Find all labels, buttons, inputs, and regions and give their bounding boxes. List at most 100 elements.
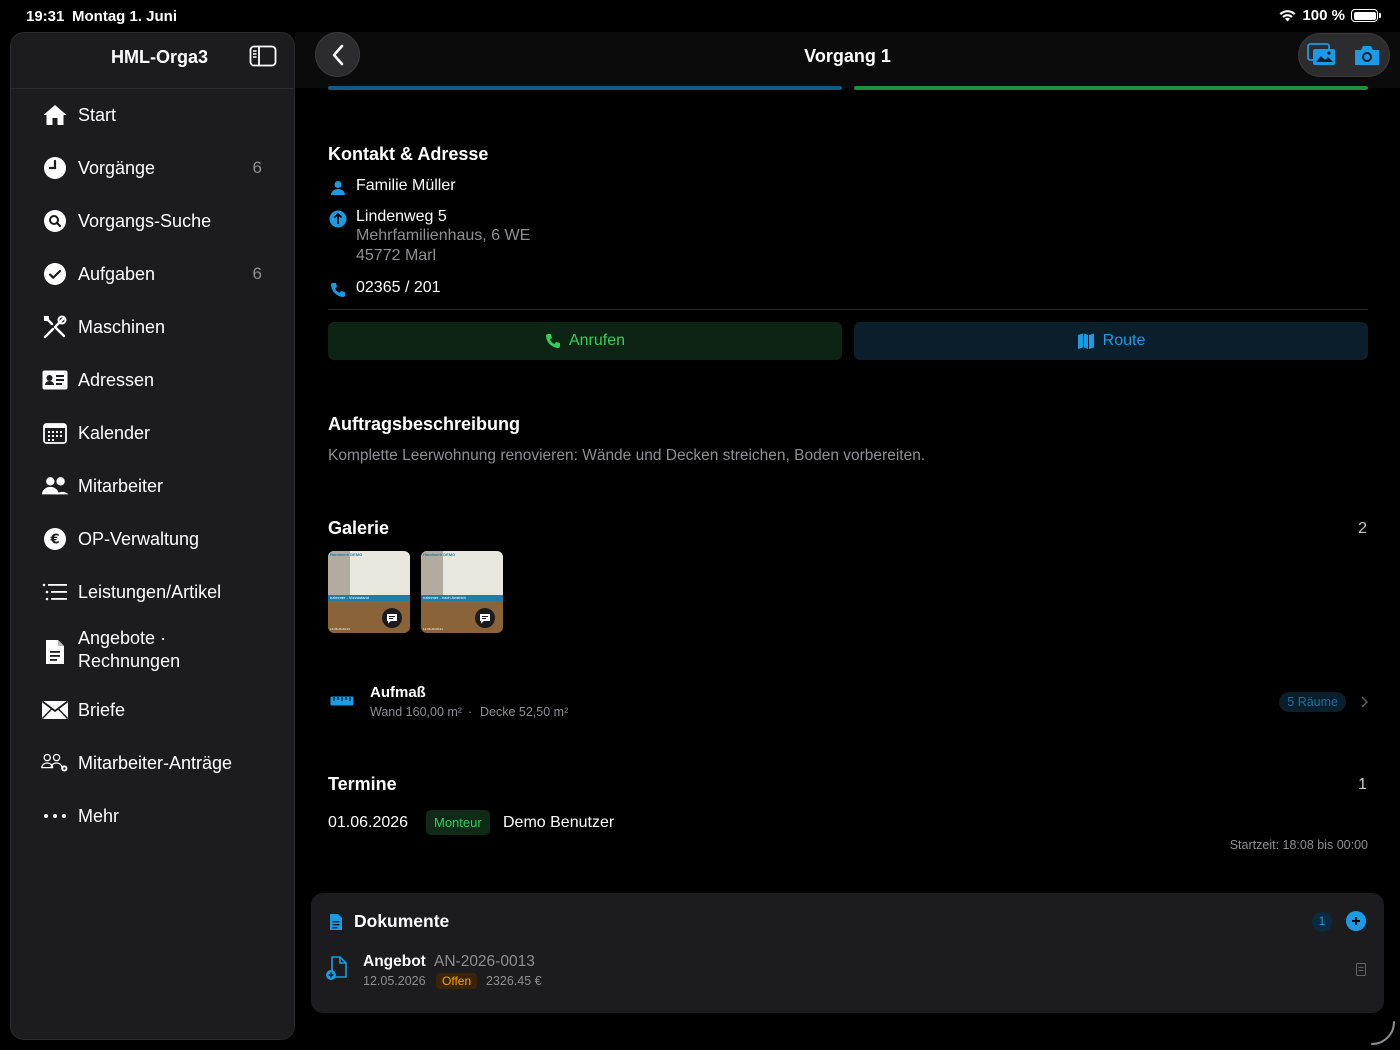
battery-icon bbox=[1351, 9, 1381, 22]
sidebar-item-label: Start bbox=[78, 105, 117, 125]
wifi-icon bbox=[1279, 10, 1296, 22]
address-street: Lindenweg 5 bbox=[356, 208, 447, 225]
page-title: Vorgang 1 bbox=[804, 46, 891, 66]
aufmass-ceiling: Decke 52,50 m² bbox=[480, 705, 569, 719]
sidebar-item-mitarbeiter[interactable]: Mitarbeiter bbox=[11, 464, 294, 508]
sidebar-item-label-line2: Rechnungen bbox=[78, 651, 181, 671]
call-button[interactable]: Anrufen bbox=[328, 322, 842, 360]
document-row[interactable]: Angebot AN-2026-0013 12.05.2026 Offen 23… bbox=[325, 950, 1370, 996]
termin-row[interactable]: 01.06.2026 Monteur Demo Benutzer Startze… bbox=[328, 808, 1368, 856]
status-date: Montag 1. Juni bbox=[72, 8, 177, 25]
sidebar-item-mitarbeiter-antraege[interactable]: Mitarbeiter-Anträge bbox=[11, 741, 294, 785]
comment-icon bbox=[475, 608, 495, 628]
sidebar-item-label: Leistungen/Artikel bbox=[78, 582, 222, 602]
gallery-image[interactable]: Handwerk DEMO nzimmer - Vorzustand 12.06… bbox=[328, 551, 410, 633]
sidebar-item-op-verwaltung[interactable]: € OP-Verwaltung bbox=[11, 517, 294, 561]
route-button[interactable]: Route bbox=[854, 322, 1368, 360]
sidebar-item-label: Briefe bbox=[78, 700, 126, 720]
sidebar-item-kalender[interactable]: Kalender bbox=[11, 411, 294, 455]
gallery-section-title: Galerie bbox=[328, 518, 390, 538]
address-row[interactable]: Lindenweg 5 Mehrfamilienhaus, 6 WE 45772… bbox=[328, 208, 530, 266]
comment-icon bbox=[382, 608, 402, 628]
sidebar-item-vorgangs-suche[interactable]: Vorgangs-Suche bbox=[11, 199, 294, 243]
document-add-icon bbox=[325, 956, 349, 987]
aufmass-wall: Wand 160,00 m² bbox=[370, 705, 462, 719]
documents-count-badge: 1 bbox=[1312, 912, 1332, 932]
document-number: AN-2026-0013 bbox=[434, 953, 535, 970]
gallery-count: 2 bbox=[1358, 520, 1367, 537]
sidebar-item-briefe[interactable]: Briefe bbox=[11, 688, 294, 732]
plus-icon bbox=[1352, 917, 1360, 925]
sidebar-item-label: Mehr bbox=[78, 806, 120, 826]
app-title: HML-Orga3 bbox=[111, 47, 209, 67]
svg-text:€: € bbox=[49, 533, 59, 548]
documents-card: Dokumente 1 Angebot AN-2026-0013 12.05.2… bbox=[311, 893, 1384, 1013]
contact-name: Familie Müller bbox=[356, 177, 456, 194]
sidebar-item-adressen[interactable]: Adressen bbox=[11, 358, 294, 402]
people-gear-icon bbox=[41, 749, 69, 777]
content: Kontakt & Adresse Familie Müller Lindenw… bbox=[295, 86, 1400, 1050]
ruler-icon bbox=[330, 693, 354, 711]
sidebar-item-label: Angebote · bbox=[78, 628, 167, 648]
status-bar: 19:31 Montag 1. Juni 100 % bbox=[0, 0, 1400, 32]
location-arrow-icon bbox=[328, 209, 348, 229]
sidebar-item-count: 6 bbox=[252, 158, 262, 177]
sidebar-item-maschinen[interactable]: Maschinen bbox=[11, 305, 294, 349]
checkmark-icon bbox=[41, 260, 69, 288]
sidebar-item-mehr[interactable]: Mehr bbox=[11, 794, 294, 838]
sidebar-item-leistungen[interactable]: Leistungen/Artikel bbox=[11, 570, 294, 614]
sidebar-item-label: OP-Verwaltung bbox=[78, 529, 200, 549]
divider bbox=[328, 309, 1368, 310]
camera-button[interactable] bbox=[1349, 37, 1385, 73]
phone-row[interactable]: 02365 / 201 bbox=[328, 279, 441, 300]
contact-name-row: Familie Müller bbox=[328, 177, 456, 198]
aufmass-separator: · bbox=[468, 705, 473, 719]
person-icon bbox=[328, 178, 348, 198]
image-caption-top: Handwerk DEMO bbox=[330, 552, 363, 557]
contact-section-title: Kontakt & Adresse bbox=[328, 144, 489, 164]
phone-icon bbox=[545, 334, 560, 348]
aufmass-row[interactable]: Aufmaß Wand 160,00 m² · Decke 52,50 m² 5… bbox=[328, 678, 1368, 722]
main-nav-bar: Vorgang 1 bbox=[295, 32, 1400, 88]
sidebar-item-label: Mitarbeiter bbox=[78, 476, 164, 496]
termine-count: 1 bbox=[1358, 776, 1367, 793]
envelope-icon bbox=[41, 696, 69, 724]
address-city: 45772 Marl bbox=[356, 247, 437, 264]
status-time: 19:31 bbox=[26, 8, 65, 25]
sidebar-item-start[interactable]: Start bbox=[11, 93, 294, 137]
map-icon bbox=[1077, 333, 1094, 349]
document-amount: 2326.45 € bbox=[486, 974, 542, 988]
sidebar-item-angebote-rechnungen[interactable]: Angebote · Rechnungen bbox=[11, 623, 294, 681]
battery-percent: 100 % bbox=[1302, 7, 1345, 24]
gallery-image[interactable]: Handwerk DEMO nzimmer - nach Anstrich 12… bbox=[421, 551, 503, 633]
photo-library-button[interactable] bbox=[1304, 37, 1340, 73]
sidebar-item-vorgaenge[interactable]: Vorgänge 6 bbox=[11, 146, 294, 190]
calendar-icon bbox=[41, 419, 69, 447]
document-icon bbox=[329, 913, 343, 936]
document-status-badge: Offen bbox=[436, 973, 478, 989]
aufmass-title: Aufmaß bbox=[370, 684, 426, 701]
resize-handle-icon bbox=[1371, 1021, 1395, 1045]
phone-icon bbox=[328, 280, 348, 300]
header-actions bbox=[1298, 33, 1390, 77]
top-blue-bar bbox=[328, 86, 842, 90]
image-caption-bottom: 12.06.26 09:21 bbox=[330, 627, 351, 631]
termin-date: 01.06.2026 bbox=[328, 814, 409, 831]
route-button-label: Route bbox=[1102, 332, 1146, 349]
back-button[interactable] bbox=[315, 32, 360, 77]
house-icon bbox=[41, 101, 69, 129]
sidebar-item-aufgaben[interactable]: Aufgaben 6 bbox=[11, 252, 294, 296]
sidebar-item-label: Adressen bbox=[78, 370, 155, 390]
sidebar-item-label: Vorgänge bbox=[78, 158, 156, 178]
description-section-title: Auftragsbeschreibung bbox=[328, 414, 521, 434]
people-icon bbox=[41, 472, 69, 500]
top-green-bar bbox=[854, 86, 1368, 90]
sidebar-toggle-icon[interactable] bbox=[249, 45, 277, 67]
ellipsis-icon bbox=[41, 802, 69, 830]
pdf-icon bbox=[1356, 963, 1366, 981]
sidebar-item-label: Vorgangs-Suche bbox=[78, 211, 212, 231]
add-document-button[interactable] bbox=[1346, 911, 1366, 931]
camera-icon bbox=[1354, 46, 1379, 65]
list-icon bbox=[41, 578, 69, 606]
termin-role-badge: Monteur bbox=[426, 810, 490, 835]
